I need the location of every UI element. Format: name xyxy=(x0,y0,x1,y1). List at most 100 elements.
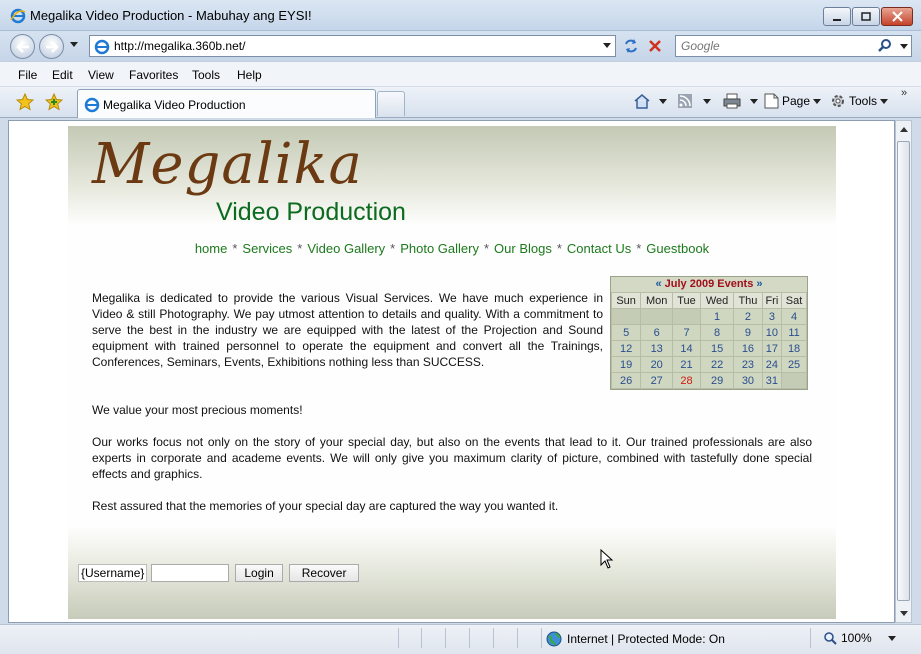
scroll-up-arrow-icon[interactable] xyxy=(896,121,911,138)
calendar-day-15[interactable]: 15 xyxy=(700,341,734,356)
calendar-day-16[interactable]: 16 xyxy=(734,341,762,356)
password-field[interactable] xyxy=(151,564,230,582)
calendar-day-12[interactable]: 12 xyxy=(612,341,641,356)
favorites-star-icon[interactable] xyxy=(16,93,34,111)
calendar-title[interactable]: July 2009 Events xyxy=(665,278,754,290)
nav-separator: * xyxy=(390,241,396,256)
calendar-day-31[interactable]: 31 xyxy=(762,373,782,388)
calendar-body: 1 2 3 4 5 6 7 8 9 10 11 12 13 14 15 16 17 18 19 20 21 22 23 24 2… xyxy=(612,309,806,388)
zoom-dropdown[interactable] xyxy=(887,635,896,641)
calendar-week-row: 19 20 21 22 23 24 25 xyxy=(612,357,806,372)
menu-view[interactable]: View xyxy=(88,68,114,82)
calendar-day-8[interactable]: 8 xyxy=(700,325,734,340)
menu-tools[interactable]: Tools xyxy=(192,68,220,82)
scrollbar-thumb[interactable] xyxy=(897,141,910,601)
nav-separator: * xyxy=(232,241,238,256)
calendar-day-23[interactable]: 23 xyxy=(734,357,762,372)
address-bar[interactable] xyxy=(89,35,616,57)
stop-icon xyxy=(649,40,661,52)
refresh-button[interactable] xyxy=(620,35,642,57)
calendar-day-13[interactable]: 13 xyxy=(641,341,673,356)
maximize-button[interactable] xyxy=(852,7,880,26)
calendar-day-17[interactable]: 17 xyxy=(762,341,782,356)
nav-link-photo-gallery[interactable]: Photo Gallery xyxy=(400,241,479,256)
home-dropdown[interactable] xyxy=(659,98,667,104)
calendar-day-5[interactable]: 5 xyxy=(612,325,641,340)
calendar-prev-link[interactable]: « xyxy=(655,278,661,290)
maximize-icon xyxy=(861,11,871,21)
scroll-down-arrow-icon[interactable] xyxy=(896,605,911,622)
calendar-day-9[interactable]: 9 xyxy=(734,325,762,340)
nav-link-our-blogs[interactable]: Our Blogs xyxy=(494,241,552,256)
calendar-day-19[interactable]: 19 xyxy=(612,357,641,372)
forward-button[interactable] xyxy=(39,34,64,59)
print-button[interactable] xyxy=(723,93,758,109)
calendar-day-6[interactable]: 6 xyxy=(641,325,673,340)
calendar-weekday-mon: Mon xyxy=(641,293,673,308)
nav-link-services[interactable]: Services xyxy=(242,241,292,256)
calendar-day-20[interactable]: 20 xyxy=(641,357,673,372)
toolbar-overflow-chevron-icon[interactable]: » xyxy=(901,87,907,99)
menu-favorites[interactable]: Favorites xyxy=(129,68,178,82)
calendar-day-25[interactable]: 25 xyxy=(782,357,806,372)
nav-link-guestbook[interactable]: Guestbook xyxy=(646,241,709,256)
vertical-scrollbar[interactable] xyxy=(895,120,912,623)
calendar-day-2[interactable]: 2 xyxy=(734,309,762,324)
menu-edit[interactable]: Edit xyxy=(52,68,73,82)
calendar-day-28[interactable]: 28 xyxy=(673,373,700,388)
calendar-day-1[interactable]: 1 xyxy=(700,309,734,324)
security-zone[interactable]: Internet | Protected Mode: On xyxy=(546,631,725,647)
calendar-day-30[interactable]: 30 xyxy=(734,373,762,388)
login-button[interactable]: Login xyxy=(235,564,283,582)
calendar-day-29[interactable]: 29 xyxy=(700,373,734,388)
calendar-day-26[interactable]: 26 xyxy=(612,373,641,388)
nav-link-home[interactable]: home xyxy=(195,241,228,256)
tab-megalika[interactable]: Megalika Video Production xyxy=(77,89,376,118)
calendar-day-10[interactable]: 10 xyxy=(762,325,782,340)
recover-button[interactable]: Recover xyxy=(288,564,360,582)
tools-menu-button[interactable]: Tools xyxy=(830,93,889,109)
menu-file[interactable]: File xyxy=(18,68,37,82)
close-button[interactable] xyxy=(881,7,913,26)
calendar-day-3[interactable]: 3 xyxy=(762,309,782,324)
search-provider-dropdown[interactable] xyxy=(900,44,908,49)
calendar-caption: « July 2009 Events » xyxy=(611,277,807,292)
window-title: Megalika Video Production - Mabuhay ang … xyxy=(30,8,312,23)
calendar-day-11[interactable]: 11 xyxy=(782,325,806,340)
new-tab-button[interactable] xyxy=(377,91,405,116)
calendar-day-14[interactable]: 14 xyxy=(673,341,700,356)
page-menu-button[interactable]: Page xyxy=(764,93,822,109)
minimize-button[interactable] xyxy=(823,7,851,26)
zoom-magnifier-icon xyxy=(824,632,837,645)
site-logo-script: Megalika xyxy=(92,132,363,197)
menu-help[interactable]: Help xyxy=(237,68,262,82)
calendar-day-24[interactable]: 24 xyxy=(762,357,782,372)
calendar-day-27[interactable]: 27 xyxy=(641,373,673,388)
calendar-empty-cell xyxy=(612,309,641,324)
printer-icon xyxy=(723,93,741,109)
address-dropdown[interactable] xyxy=(603,43,611,48)
nav-link-video-gallery[interactable]: Video Gallery xyxy=(307,241,385,256)
add-favorite-icon[interactable] xyxy=(45,93,63,111)
home-button[interactable] xyxy=(633,93,667,109)
forward-arrow-icon xyxy=(45,40,59,53)
address-input[interactable] xyxy=(114,38,584,54)
calendar-day-21[interactable]: 21 xyxy=(673,357,700,372)
zoom-control[interactable]: 100% xyxy=(823,631,896,645)
recent-pages-dropdown[interactable] xyxy=(70,42,78,47)
calendar-next-link[interactable]: » xyxy=(756,278,762,290)
feeds-dropdown[interactable] xyxy=(703,98,711,104)
calendar-day-7[interactable]: 7 xyxy=(673,325,700,340)
feeds-button[interactable] xyxy=(677,93,711,109)
search-input[interactable] xyxy=(681,38,876,54)
calendar-day-18[interactable]: 18 xyxy=(782,341,806,356)
back-button[interactable] xyxy=(10,34,35,59)
nav-link-contact-us[interactable]: Contact Us xyxy=(567,241,631,256)
calendar-day-4[interactable]: 4 xyxy=(782,309,806,324)
search-icon[interactable] xyxy=(878,39,892,53)
calendar-day-22[interactable]: 22 xyxy=(700,357,734,372)
print-dropdown[interactable] xyxy=(750,98,758,104)
nav-separator: * xyxy=(483,241,490,256)
stop-button[interactable] xyxy=(644,35,666,57)
search-box[interactable] xyxy=(675,35,912,57)
